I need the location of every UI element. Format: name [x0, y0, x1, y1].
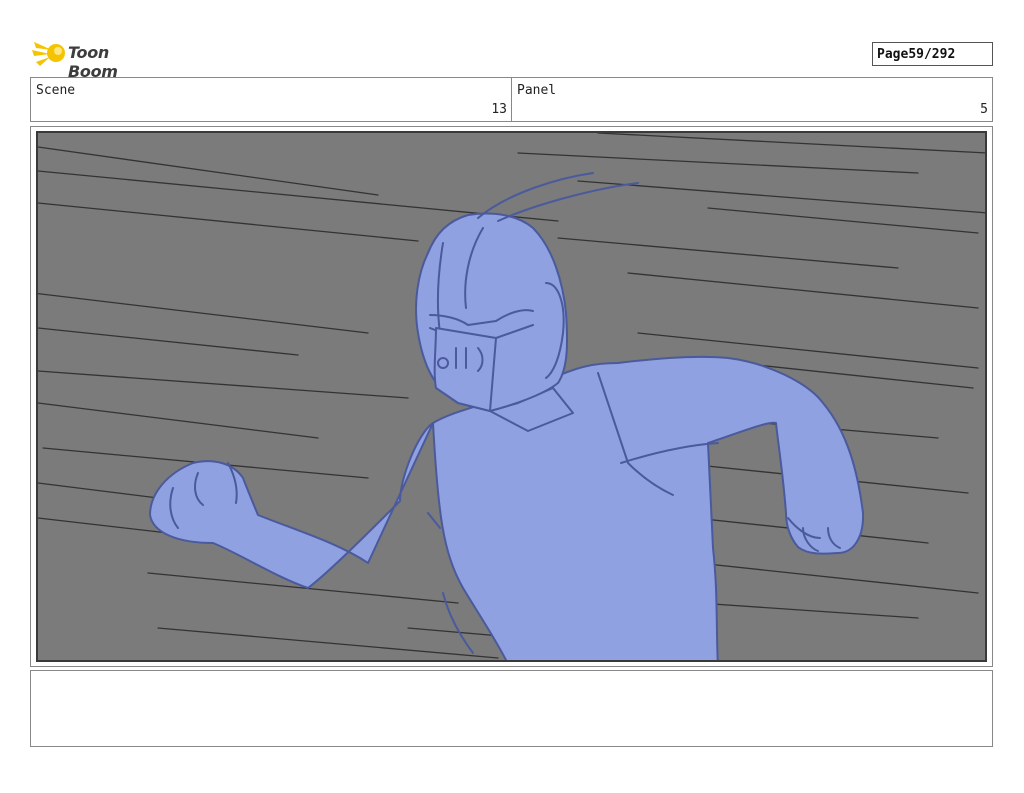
panel-number: 5	[980, 102, 988, 117]
scene-label: Scene	[36, 83, 76, 98]
page-label: Page	[877, 46, 909, 62]
panel-label: Panel	[517, 83, 557, 98]
toon-boom-logo: Toon Boom	[32, 36, 162, 81]
storyboard-page: Toon Boom Page 59/292 Scene 13 Panel 5	[0, 0, 1024, 793]
page-number: 59/292	[908, 46, 956, 62]
scene-panel-header: Scene 13 Panel 5	[30, 77, 993, 122]
notes-box	[30, 670, 993, 747]
storyboard-drawing	[38, 133, 985, 660]
panel-frame	[30, 126, 993, 667]
scene-number: 13	[491, 102, 507, 117]
scene-cell: Scene 13	[31, 78, 512, 121]
page-counter: Page 59/292	[872, 42, 993, 66]
comet-icon	[32, 42, 65, 66]
logo-text: Toon Boom	[68, 43, 118, 81]
panel-cell: Panel 5	[512, 78, 992, 121]
panel-image	[36, 131, 987, 662]
